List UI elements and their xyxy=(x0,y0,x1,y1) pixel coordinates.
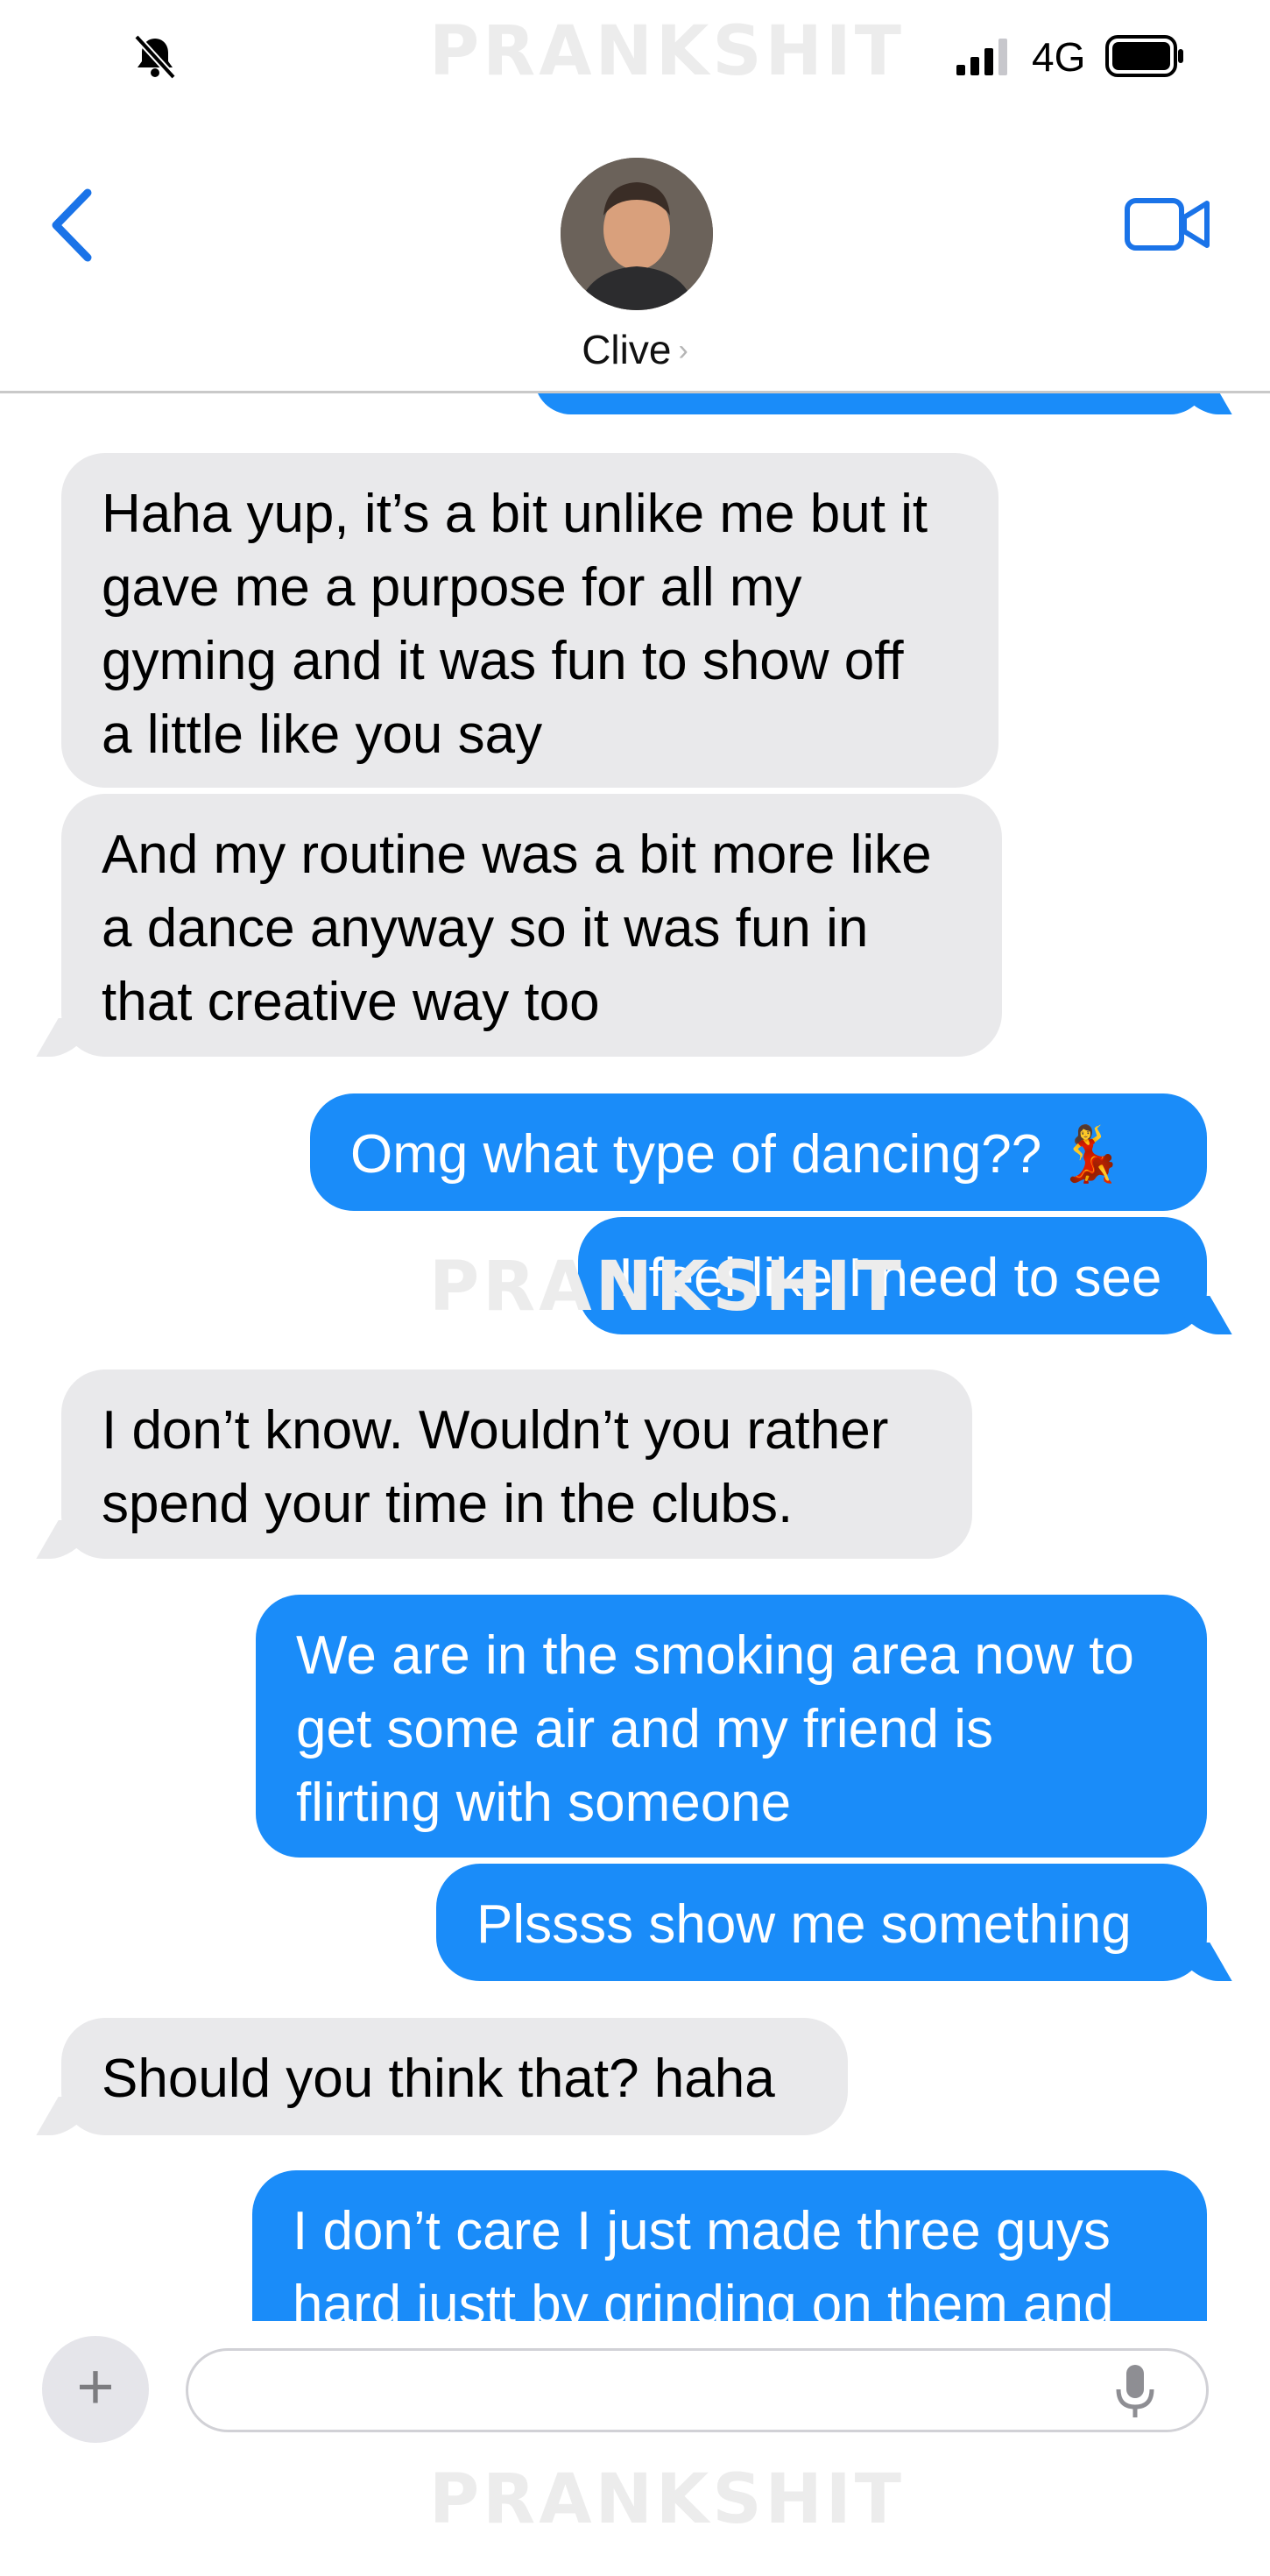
watermark-bottom: PRANKSHIT xyxy=(429,2460,905,2539)
contact-name-label[interactable]: Clive xyxy=(582,327,671,372)
watermark-top: PRANKSHIT xyxy=(429,12,905,91)
message-bubble-sent: Omg what type of dancing?? 💃 xyxy=(310,1093,1207,1211)
message-bubble-received: I don’t know. Wouldn’t you rather spend … xyxy=(61,1369,972,1559)
message-bubble-sent: I don’t care I just made three guys hard… xyxy=(252,2170,1207,2321)
contact-name[interactable]: Clive › xyxy=(0,326,1270,373)
message-bubble-received: And my routine was a bit more like a dan… xyxy=(61,794,1002,1057)
microphone-icon[interactable] xyxy=(1113,2363,1157,2421)
bell-slash-icon xyxy=(134,34,176,80)
header-divider xyxy=(0,391,1270,393)
message-bubble-received: Should you think that? haha xyxy=(61,2018,848,2135)
watermark-middle: PRANKSHIT xyxy=(429,1248,905,1327)
message-bubble-partial xyxy=(534,393,1207,414)
message-bubble-received: Haha yup, it’s a bit unlike me but it ga… xyxy=(61,453,998,788)
message-bubble-sent: We are in the smoking area now to get so… xyxy=(256,1595,1207,1858)
battery-icon xyxy=(1105,35,1183,77)
plus-icon: + xyxy=(76,2350,115,2423)
video-call-icon[interactable] xyxy=(1125,196,1210,252)
chevron-right-icon: › xyxy=(678,334,688,367)
message-bubble-sent: Plssss show me something xyxy=(436,1864,1207,1981)
avatar[interactable] xyxy=(561,158,713,310)
network-label: 4G xyxy=(1032,34,1086,80)
back-chevron-icon[interactable] xyxy=(49,188,95,263)
message-input[interactable] xyxy=(186,2348,1209,2432)
plus-button[interactable]: + xyxy=(42,2336,149,2443)
signal-bars-icon xyxy=(956,39,1007,75)
message-list[interactable]: Haha yup, it’s a bit unlike me but it ga… xyxy=(0,393,1270,2321)
